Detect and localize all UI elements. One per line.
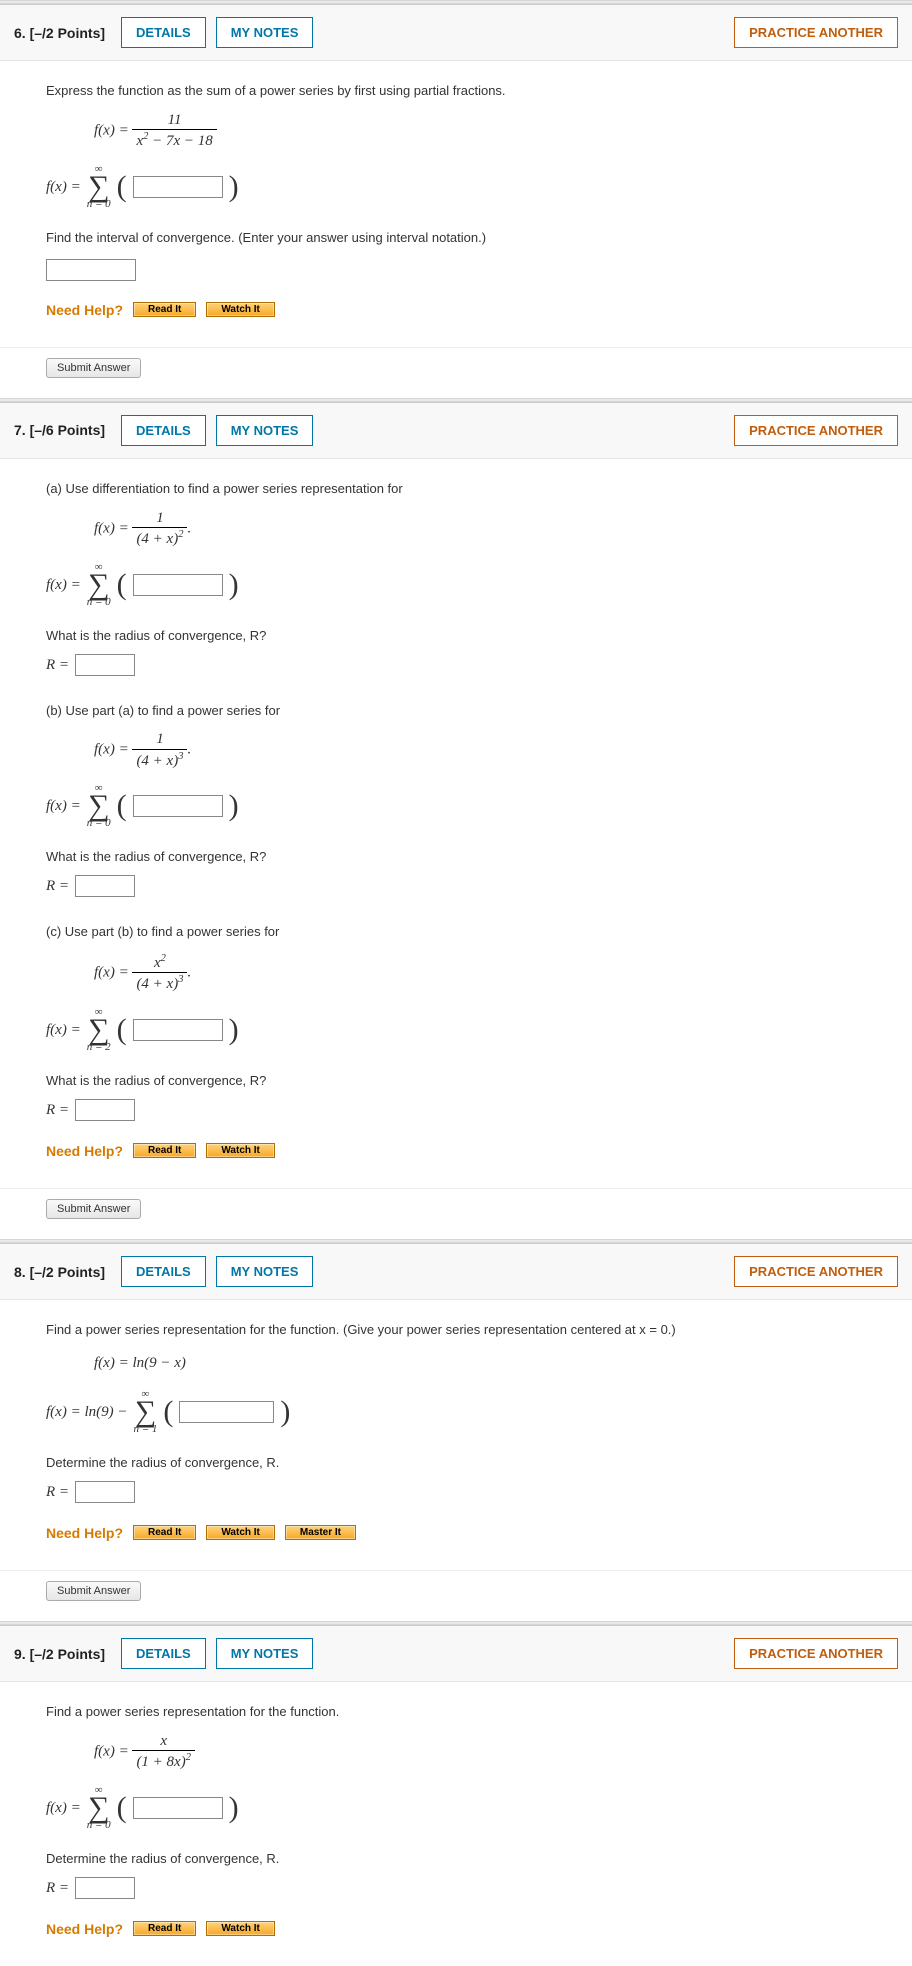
question-header: 9. [–/2 Points] DETAILS MY NOTES PRACTIC… xyxy=(0,1626,912,1682)
prompt-text: Express the function as the sum of a pow… xyxy=(46,81,866,102)
part-b-series-row: f(x) = ∞∑n = 0 ( ) xyxy=(46,783,866,829)
part-c-radius-input[interactable] xyxy=(75,1099,135,1121)
part-a-function: f(x) = 1(4 + x)2. xyxy=(94,510,866,548)
function-display: f(x) = 11x2 − 7x − 18 xyxy=(94,112,866,150)
mynotes-button[interactable]: MY NOTES xyxy=(216,415,314,446)
need-help-row: Need Help? Read It Watch It xyxy=(46,299,866,321)
question-body: Find a power series representation for t… xyxy=(0,1682,912,1966)
submit-answer-button[interactable]: Submit Answer xyxy=(46,358,141,378)
mynotes-button[interactable]: MY NOTES xyxy=(216,1256,314,1287)
question-body: Express the function as the sum of a pow… xyxy=(0,61,912,347)
prompt-text: Find a power series representation for t… xyxy=(46,1320,866,1341)
radius-input[interactable] xyxy=(75,1877,135,1899)
radius-input[interactable] xyxy=(75,1481,135,1503)
question-number: 6. [–/2 Points] xyxy=(14,25,105,41)
question-number: 8. [–/2 Points] xyxy=(14,1264,105,1280)
part-b-term-input[interactable] xyxy=(133,795,223,817)
sigma-icon: ∞∑n = 0 xyxy=(87,783,111,829)
need-help-label: Need Help? xyxy=(46,1918,123,1940)
series-term-input[interactable] xyxy=(133,176,223,198)
submit-answer-button[interactable]: Submit Answer xyxy=(46,1199,141,1219)
watchit-button[interactable]: Watch It xyxy=(206,302,275,317)
question-number: 9. [–/2 Points] xyxy=(14,1646,105,1662)
part-b-function: f(x) = 1(4 + x)3. xyxy=(94,731,866,769)
prompt-text: Find a power series representation for t… xyxy=(46,1702,866,1723)
readit-button[interactable]: Read It xyxy=(133,1525,196,1540)
part-c-prompt: (c) Use part (b) to find a power series … xyxy=(46,922,866,943)
watchit-button[interactable]: Watch It xyxy=(206,1921,275,1936)
part-a-radius-prompt: What is the radius of convergence, R? xyxy=(46,626,866,647)
interval-input[interactable] xyxy=(46,259,136,281)
practice-another-button[interactable]: PRACTICE ANOTHER xyxy=(734,17,898,48)
part-a-series-row: f(x) = ∞∑n = 0 ( ) xyxy=(46,562,866,608)
part-b-prompt: (b) Use part (a) to find a power series … xyxy=(46,701,866,722)
radius-prompt: Determine the radius of convergence, R. xyxy=(46,1453,866,1474)
function-display: f(x) = ln(9 − x) xyxy=(94,1351,866,1375)
series-answer-row: f(x) = ln(9) − ∞∑n = 1 ( ) xyxy=(46,1389,866,1435)
mynotes-button[interactable]: MY NOTES xyxy=(216,17,314,48)
part-a-term-input[interactable] xyxy=(133,574,223,596)
series-answer-row: f(x) = ∞∑n = 0 ( ) xyxy=(46,164,866,210)
need-help-label: Need Help? xyxy=(46,299,123,321)
part-c-radius-prompt: What is the radius of convergence, R? xyxy=(46,1071,866,1092)
sigma-icon: ∞∑n = 0 xyxy=(87,562,111,608)
question-9: 9. [–/2 Points] DETAILS MY NOTES PRACTIC… xyxy=(0,1625,912,1966)
part-b-radius-input[interactable] xyxy=(75,875,135,897)
need-help-label: Need Help? xyxy=(46,1140,123,1162)
practice-another-button[interactable]: PRACTICE ANOTHER xyxy=(734,415,898,446)
series-term-input[interactable] xyxy=(179,1401,274,1423)
sigma-icon: ∞∑n = 0 xyxy=(87,1785,111,1831)
need-help-label: Need Help? xyxy=(46,1522,123,1544)
details-button[interactable]: DETAILS xyxy=(121,415,206,446)
sigma-icon: ∞∑n = 2 xyxy=(87,1007,111,1053)
part-a-radius-input[interactable] xyxy=(75,654,135,676)
practice-another-button[interactable]: PRACTICE ANOTHER xyxy=(734,1638,898,1669)
series-answer-row: f(x) = ∞∑n = 0 ( ) xyxy=(46,1785,866,1831)
mynotes-button[interactable]: MY NOTES xyxy=(216,1638,314,1669)
question-body: Find a power series representation for t… xyxy=(0,1300,912,1570)
sigma-icon: ∞∑n = 1 xyxy=(133,1389,157,1435)
part-c-function: f(x) = x2(4 + x)3. xyxy=(94,953,866,993)
watchit-button[interactable]: Watch It xyxy=(206,1143,275,1158)
need-help-row: Need Help? Read It Watch It xyxy=(46,1140,866,1162)
part-a-prompt: (a) Use differentiation to find a power … xyxy=(46,479,866,500)
practice-another-button[interactable]: PRACTICE ANOTHER xyxy=(734,1256,898,1287)
need-help-row: Need Help? Read It Watch It xyxy=(46,1918,866,1940)
question-header: 6. [–/2 Points] DETAILS MY NOTES PRACTIC… xyxy=(0,5,912,61)
details-button[interactable]: DETAILS xyxy=(121,1638,206,1669)
question-number: 7. [–/6 Points] xyxy=(14,422,105,438)
part-c-series-row: f(x) = ∞∑n = 2 ( ) xyxy=(46,1007,866,1053)
radius-prompt: Determine the radius of convergence, R. xyxy=(46,1849,866,1870)
readit-button[interactable]: Read It xyxy=(133,1921,196,1936)
submit-row: Submit Answer xyxy=(0,347,912,398)
part-c-term-input[interactable] xyxy=(133,1019,223,1041)
interval-prompt: Find the interval of convergence. (Enter… xyxy=(46,228,866,249)
sigma-icon: ∞∑n = 0 xyxy=(87,164,111,210)
need-help-row: Need Help? Read It Watch It Master It xyxy=(46,1522,866,1544)
series-term-input[interactable] xyxy=(133,1797,223,1819)
readit-button[interactable]: Read It xyxy=(133,1143,196,1158)
readit-button[interactable]: Read It xyxy=(133,302,196,317)
submit-answer-button[interactable]: Submit Answer xyxy=(46,1581,141,1601)
question-7: 7. [–/6 Points] DETAILS MY NOTES PRACTIC… xyxy=(0,402,912,1239)
question-header: 8. [–/2 Points] DETAILS MY NOTES PRACTIC… xyxy=(0,1244,912,1300)
masterit-button[interactable]: Master It xyxy=(285,1525,356,1540)
question-body: (a) Use differentiation to find a power … xyxy=(0,459,912,1188)
function-display: f(x) = x(1 + 8x)2 xyxy=(94,1733,866,1771)
details-button[interactable]: DETAILS xyxy=(121,17,206,48)
submit-row: Submit Answer xyxy=(0,1570,912,1621)
question-8: 8. [–/2 Points] DETAILS MY NOTES PRACTIC… xyxy=(0,1243,912,1621)
submit-row: Submit Answer xyxy=(0,1188,912,1239)
details-button[interactable]: DETAILS xyxy=(121,1256,206,1287)
question-6: 6. [–/2 Points] DETAILS MY NOTES PRACTIC… xyxy=(0,4,912,398)
part-b-radius-prompt: What is the radius of convergence, R? xyxy=(46,847,866,868)
question-header: 7. [–/6 Points] DETAILS MY NOTES PRACTIC… xyxy=(0,403,912,459)
watchit-button[interactable]: Watch It xyxy=(206,1525,275,1540)
